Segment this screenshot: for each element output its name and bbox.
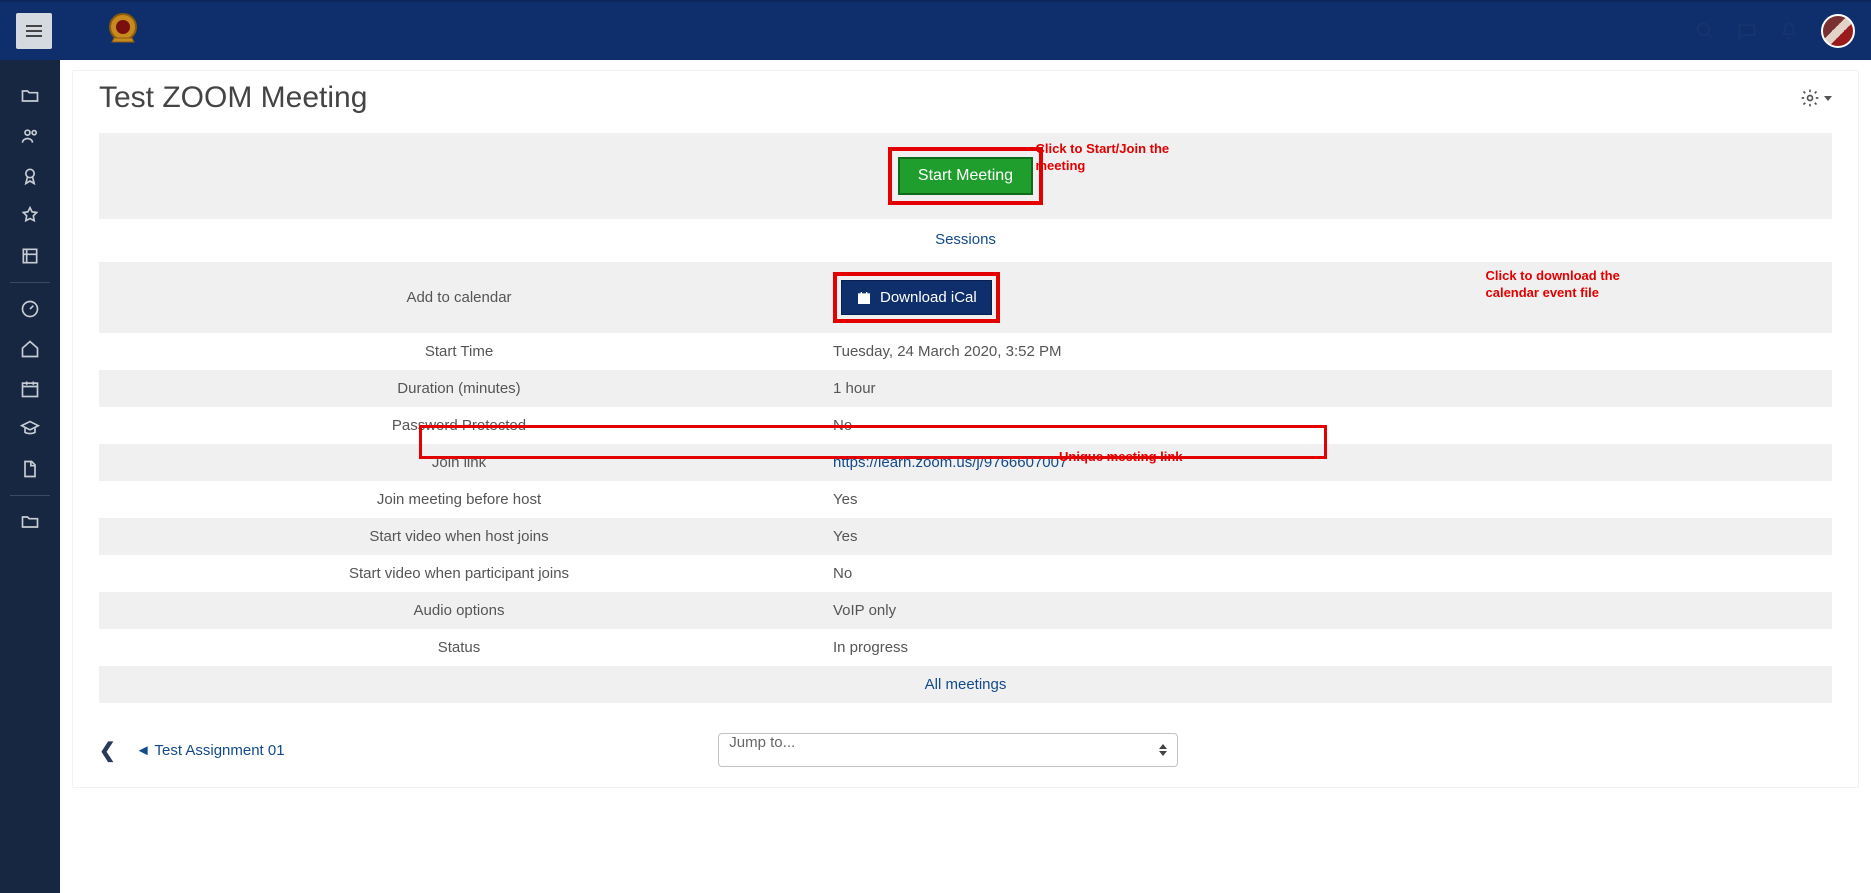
main-content: Test ZOOM Meeting Start Meeting Click to… (60, 60, 1871, 893)
label-password: Password Protected (99, 407, 819, 444)
download-ical-label: Download iCal (880, 289, 977, 306)
label-audio: Audio options (99, 592, 819, 629)
hamburger-icon (26, 30, 42, 32)
annotation-box-ical: Download iCal (833, 272, 1000, 323)
calendar-icon (856, 290, 872, 306)
site-logo[interactable] (102, 8, 144, 54)
sessions-heading: Sessions (99, 221, 1832, 262)
all-meetings-row: All meetings (99, 666, 1832, 703)
value-start-time: Tuesday, 24 March 2020, 3:52 PM (819, 333, 1832, 370)
label-join-before-host: Join meeting before host (99, 481, 819, 518)
value-join-before-host: Yes (819, 481, 1832, 518)
nav-home[interactable] (0, 329, 60, 369)
nav-competencies[interactable] (0, 196, 60, 236)
meeting-info-table: Add to calendar Download iCal Click to d… (99, 262, 1832, 666)
nav-dashboard[interactable] (0, 289, 60, 329)
label-duration: Duration (minutes) (99, 370, 819, 407)
label-start-time: Start Time (99, 333, 819, 370)
activity-navigation: ❮ ◄ Test Assignment 01 Jump to... (99, 733, 1832, 767)
top-navbar (0, 0, 1871, 60)
join-link[interactable]: https://learn.zoom.us/j/9766607007 (833, 454, 1067, 471)
label-join-link: Join link (99, 444, 819, 481)
messages-icon[interactable] (1737, 21, 1757, 41)
annotation-box-start: Start Meeting (888, 147, 1043, 205)
nav-participants[interactable] (0, 116, 60, 156)
menu-toggle-button[interactable] (16, 13, 52, 49)
annotation-joinlink: Unique meeting link (1059, 449, 1183, 466)
download-ical-button[interactable]: Download iCal (841, 280, 992, 315)
annotation-ical: Click to download the calendar event fil… (1486, 268, 1646, 302)
label-participant-video: Start video when participant joins (99, 555, 819, 592)
nav-privatefiles[interactable] (0, 449, 60, 489)
nav-badges[interactable] (0, 156, 60, 196)
search-icon[interactable] (1695, 21, 1715, 41)
user-avatar[interactable] (1821, 14, 1855, 48)
settings-menu-button[interactable] (1800, 88, 1832, 108)
label-host-video: Start video when host joins (99, 518, 819, 555)
notifications-icon[interactable] (1779, 21, 1799, 41)
value-password: No (819, 407, 1832, 444)
side-drawer (0, 60, 60, 893)
value-audio: VoIP only (819, 592, 1832, 629)
value-status: In progress (819, 629, 1832, 666)
start-meeting-button[interactable]: Start Meeting (898, 157, 1033, 195)
value-participant-video: No (819, 555, 1832, 592)
nav-mycourses[interactable] (0, 409, 60, 449)
all-meetings-link[interactable]: All meetings (925, 676, 1007, 693)
jump-to-label: Jump to... (729, 734, 795, 751)
topbar-actions (1695, 14, 1855, 48)
label-status: Status (99, 629, 819, 666)
annotation-start: Click to Start/Join the meeting (1036, 141, 1176, 175)
value-duration: 1 hour (819, 370, 1832, 407)
page-title: Test ZOOM Meeting (99, 81, 367, 115)
value-host-video: Yes (819, 518, 1832, 555)
nav-calendar[interactable] (0, 369, 60, 409)
select-arrows-icon (1159, 744, 1167, 756)
start-meeting-row: Start Meeting Click to Start/Join the me… (99, 133, 1832, 219)
prev-activity-link[interactable]: ◄ Test Assignment 01 (136, 742, 285, 759)
gear-icon (1800, 88, 1820, 108)
prev-arrow-icon[interactable]: ❮ (99, 738, 116, 763)
nav-folder-2[interactable] (0, 502, 60, 542)
nav-grades[interactable] (0, 236, 60, 276)
label-add-to-calendar: Add to calendar (99, 262, 819, 333)
nav-folder[interactable] (0, 76, 60, 116)
chevron-down-icon (1824, 96, 1832, 101)
jump-to-select[interactable]: Jump to... (718, 733, 1178, 767)
